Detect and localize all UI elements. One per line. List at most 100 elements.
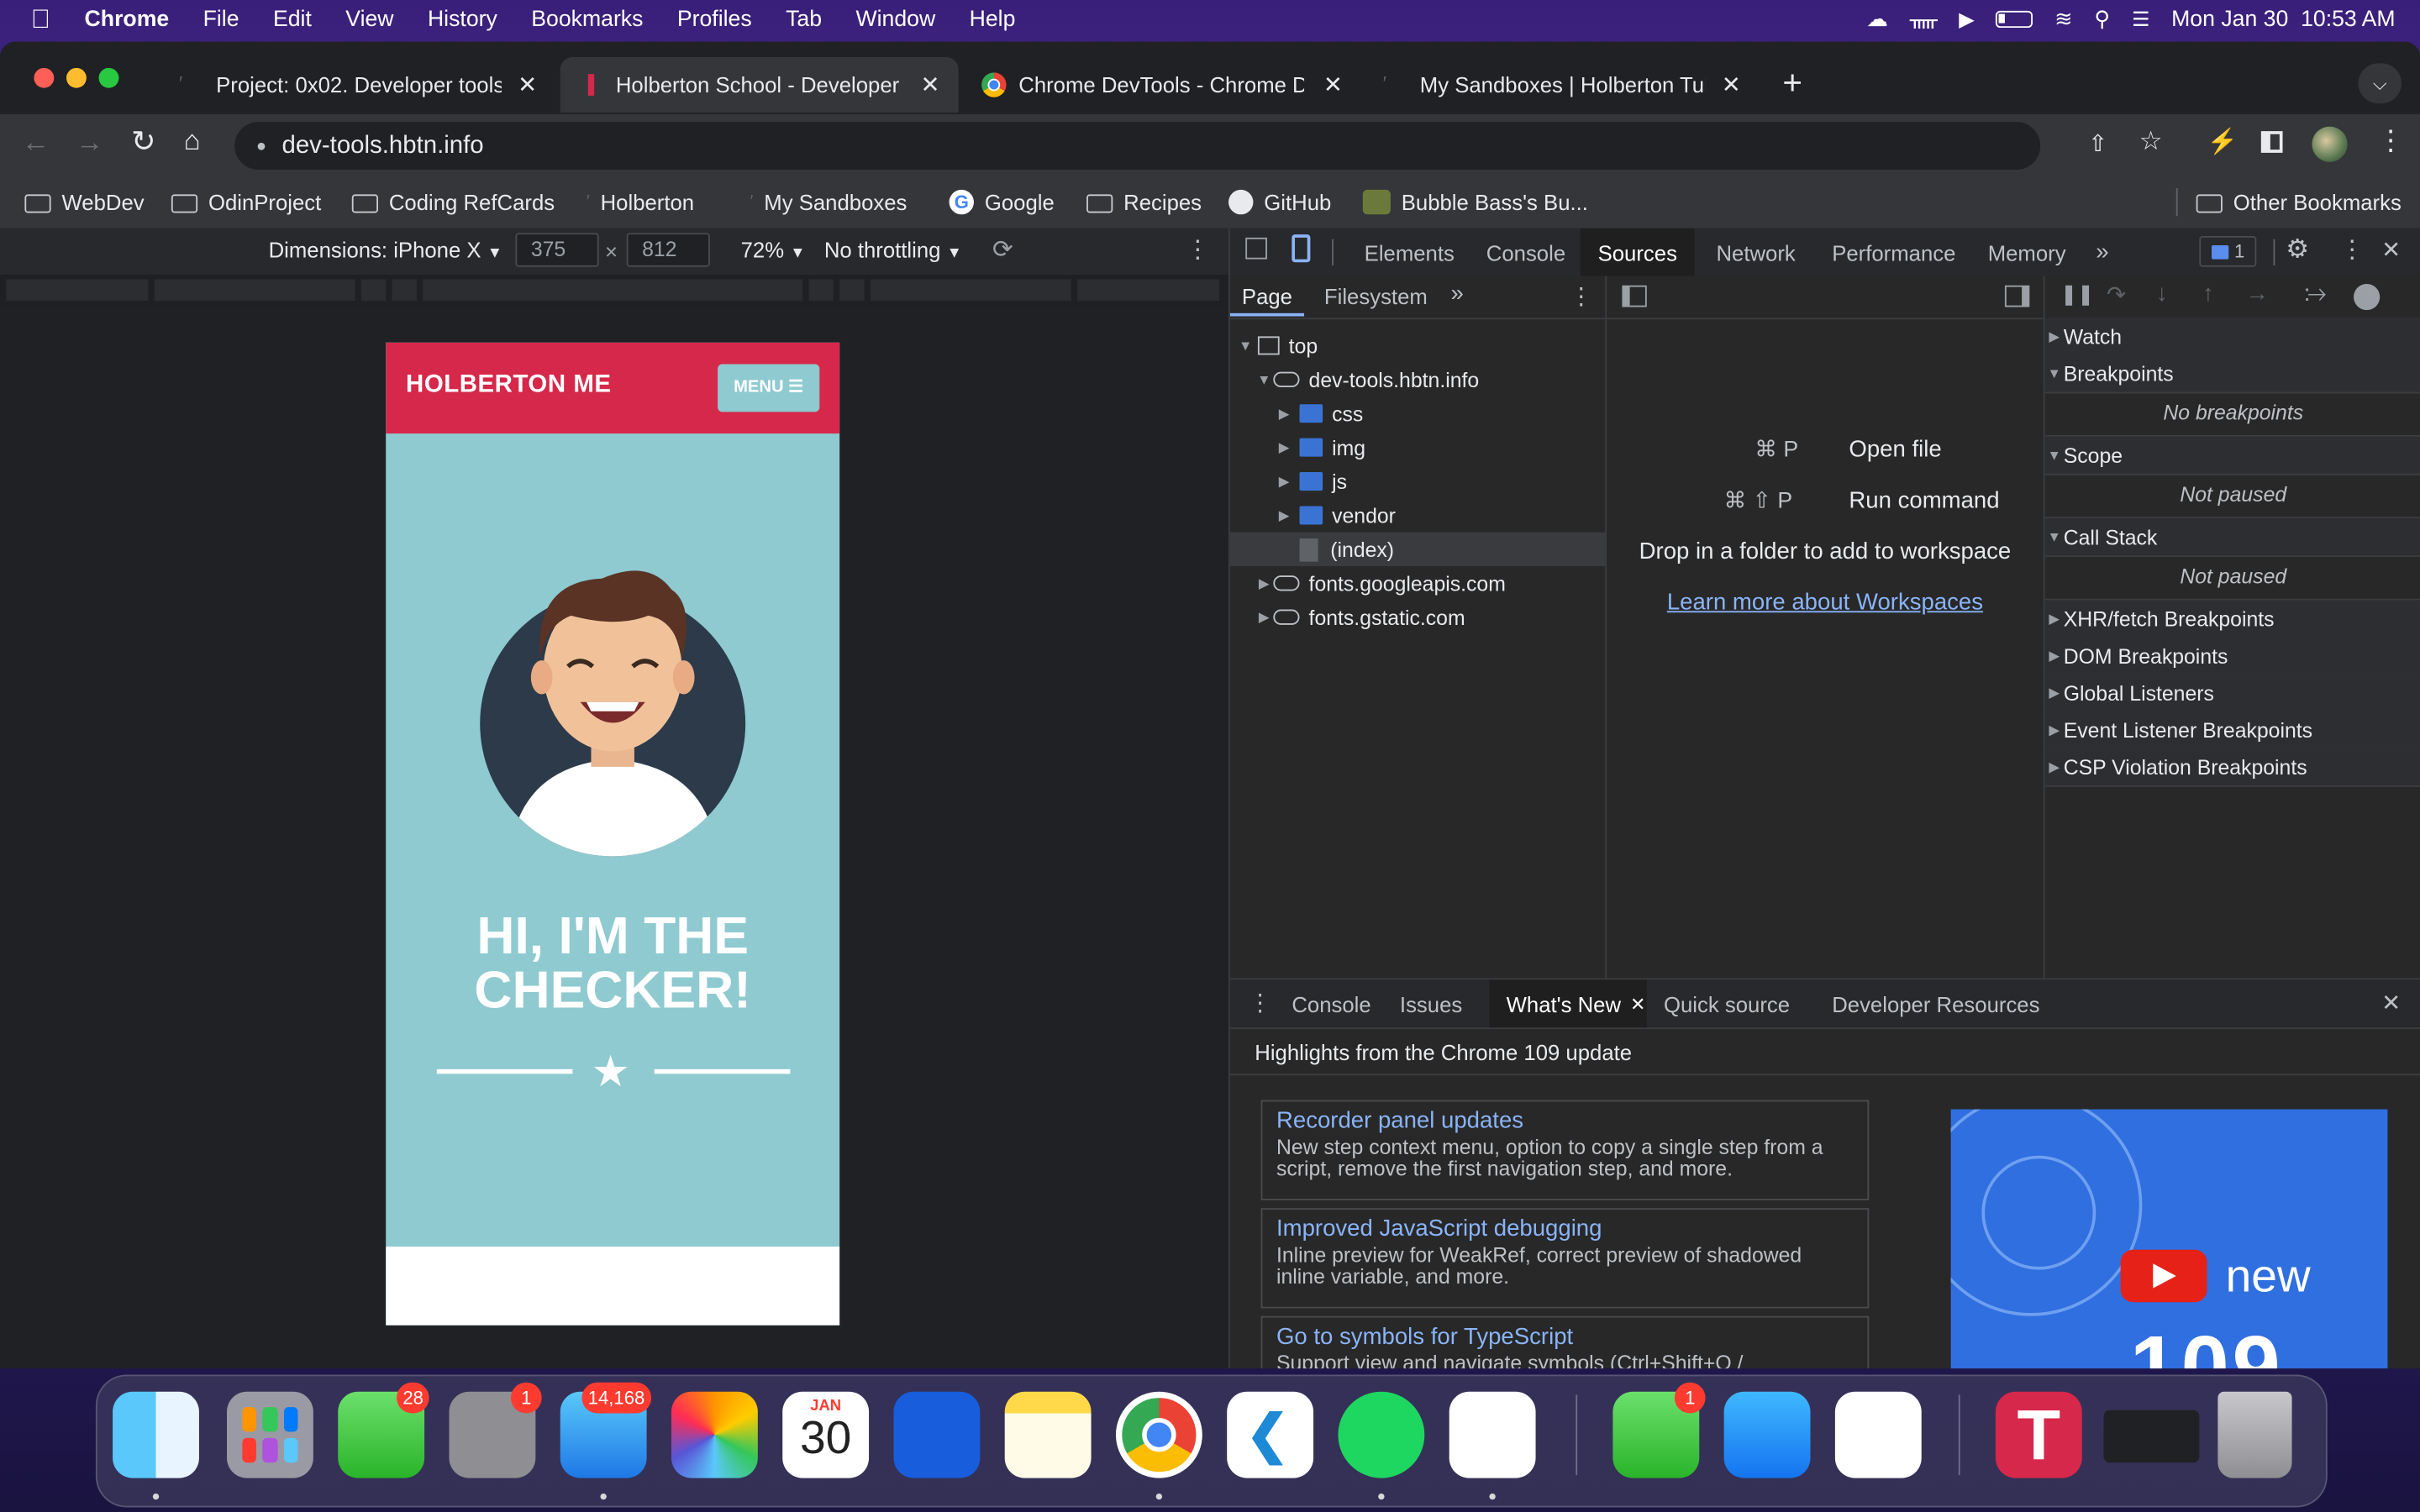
bookmark-star-icon[interactable]: ☆ [2139,127,2163,158]
device-height-input[interactable]: 812 [626,233,710,267]
navigator-tab-page[interactable]: Page [1229,276,1305,317]
launchpad-icon[interactable] [227,1391,313,1478]
device-toggle-icon[interactable] [1292,234,1311,263]
device-dimensions-select[interactable]: Dimensions: iPhone X ▼ [269,238,502,262]
inspect-element-icon[interactable] [1245,237,1267,260]
slack-icon[interactable] [1449,1391,1536,1478]
play-icon[interactable]: ▶ [1959,7,1974,31]
section-dom-breakpoints[interactable]: ▶ DOM Breakpoints [2044,637,2420,676]
menu-tab[interactable]: Tab [786,7,822,31]
tab-network[interactable]: Network [1716,228,1795,276]
devtools-more-icon[interactable]: ⋮ [2339,234,2364,265]
notes-icon[interactable] [1004,1391,1092,1478]
whats-new-card[interactable]: Improved JavaScript debugging Inline pre… [1260,1208,1870,1309]
bookmark-github[interactable]: GitHub [1228,176,1331,228]
bookmark-my-sandboxes[interactable]: ′ My Sandboxes [750,176,908,228]
section-global-listeners[interactable]: ▶ Global Listeners [2044,674,2420,713]
section-call-stack[interactable]: ▼ Call Stack [2044,518,2420,558]
url-text[interactable]: dev-tools.hbtn.info [281,132,483,160]
settings-gear-icon[interactable]: ⚙ [2286,234,2309,265]
bookmark-bubble-bass[interactable]: Bubble Bass's Bu... [1362,176,1588,228]
bookmark-recipes[interactable]: Recipes [1086,176,1202,228]
whats-new-video-thumbnail[interactable]: new 109 [1950,1109,2388,1369]
close-tab-icon[interactable]: ✕ [1323,71,1343,98]
close-tab-icon[interactable]: ✕ [1722,71,1741,98]
share-icon[interactable]: ⇧ [2088,129,2107,157]
drawer-tab-console[interactable]: Console [1292,979,1370,1027]
step-over-icon[interactable]: ↷ [2107,281,2126,308]
whats-new-card[interactable]: Go to symbols for TypeScript Support vie… [1260,1315,1870,1369]
trash-icon[interactable] [2217,1391,2292,1478]
chrome-minimized-window[interactable] [2103,1410,2200,1463]
surfshark-icon[interactable] [1834,1391,1922,1478]
toggle-debugger-icon[interactable] [2004,285,2030,307]
bookmark-other-bookmarks[interactable]: Other Bookmarks [2196,176,2402,228]
youtube-play-icon[interactable] [2120,1249,2207,1303]
card-title[interactable]: Go to symbols for TypeScript [1276,1324,1854,1350]
pause-icon[interactable]: ❚❚ [2060,282,2094,307]
extension-icon[interactable]: ⚡ [2207,127,2238,158]
menu-profiles[interactable]: Profiles [677,7,752,31]
menu-history[interactable]: History [428,7,497,31]
maximize-window-button[interactable] [98,67,119,88]
tab-elements[interactable]: Elements [1365,228,1455,276]
lock-icon[interactable]: ● [256,137,266,155]
tree-folder-img[interactable]: ▶ img [1275,430,1365,464]
bluetooth-icon[interactable]: ᚅ [1910,7,1938,31]
section-event-listener-breakpoints[interactable]: ▶ Event Listener Breakpoints [2044,711,2420,750]
shortcut-run-command-label[interactable]: Run command [1849,487,1999,513]
cloud-sync-icon[interactable]: ☁ [1866,6,1888,32]
battery-icon[interactable] [1996,10,2033,29]
spotlight-search-icon[interactable]: ⚲ [2094,6,2110,32]
pause-on-exceptions-icon[interactable] [2354,283,2381,311]
menu-edit[interactable]: Edit [273,7,312,31]
profile-avatar[interactable] [2312,126,2348,162]
back-icon[interactable]: ← [22,127,50,160]
step-icon[interactable]: → [2245,281,2269,307]
new-tab-button[interactable]: + [1782,63,1802,103]
home-icon[interactable]: ⌂ [184,125,201,158]
bitwarden-icon[interactable] [893,1391,981,1478]
wifi-icon[interactable]: ≋ [2054,6,2073,32]
address-bar[interactable]: ● dev-tools.hbtn.info ⇧ [234,122,2041,171]
forward-icon[interactable]: → [76,127,103,160]
chrome-dock-icon[interactable] [1115,1391,1202,1478]
navigator-more-tabs-icon[interactable]: » [1451,281,1464,307]
close-tab-icon[interactable]: ✕ [920,71,939,98]
section-csp-violation-breakpoints[interactable]: ▶ CSP Violation Breakpoints [2044,748,2420,787]
bookmark-odinproject[interactable]: OdinProject [171,176,321,228]
tree-domain-dev-tools[interactable]: ▼ dev-tools.hbtn.info [1255,363,1479,396]
tree-domain-gstatic[interactable]: ▶ fonts.gstatic.com [1255,600,1465,633]
rotate-icon[interactable]: ⟳ [992,234,1013,265]
close-window-button[interactable] [34,67,55,88]
whats-new-card[interactable]: Recorder panel updates New step context … [1260,1100,1870,1200]
tab-sources[interactable]: Sources [1580,228,1695,276]
menu-file[interactable]: File [203,7,239,31]
reload-icon[interactable]: ↻ [131,125,155,160]
zoom-select[interactable]: 72% ▼ [741,238,806,262]
tab-project-developer-tools[interactable]: ′ Project: 0x02. Developer tools ✕ [160,57,555,113]
facetime-icon[interactable]: 1 [1612,1382,1706,1478]
deactivate-breakpoints-icon[interactable]: ⧴ [2304,281,2326,307]
device-width-input[interactable]: 375 [515,233,599,267]
menu-app-name[interactable]: Chrome [85,7,170,31]
close-tab-icon[interactable]: ✕ [518,71,537,98]
navigator-menu-icon[interactable]: ⋮ [1570,282,1593,310]
drawer-tab-whats-new[interactable]: What's New ✕ [1489,979,1647,1028]
close-drawer-icon[interactable]: ✕ [2381,989,2401,1016]
bookmark-webdev[interactable]: WebDev [24,176,145,228]
app-store-icon[interactable] [1723,1391,1811,1478]
finder-icon[interactable] [113,1391,199,1478]
typora-t-icon[interactable]: T [1995,1391,2082,1478]
section-watch[interactable]: ▶ Watch [2044,318,2420,357]
issues-counter[interactable]: 1 [2199,236,2257,267]
messages-icon[interactable]: 28 [338,1382,430,1478]
section-xhr-breakpoints[interactable]: ▶ XHR/fetch Breakpoints [2044,600,2420,639]
tab-search-button[interactable]: ⌵ [2358,63,2402,104]
vscode-icon[interactable]: ❮ [1227,1391,1314,1478]
navigator-tab-filesystem[interactable]: Filesystem [1324,284,1428,308]
section-scope[interactable]: ▼ Scope [2044,436,2420,475]
menubar-clock[interactable]: Mon Jan 30 10:53 AM [2171,7,2395,31]
step-into-icon[interactable]: ↓ [2156,281,2168,307]
mail-icon[interactable]: 14,168 [560,1382,651,1478]
